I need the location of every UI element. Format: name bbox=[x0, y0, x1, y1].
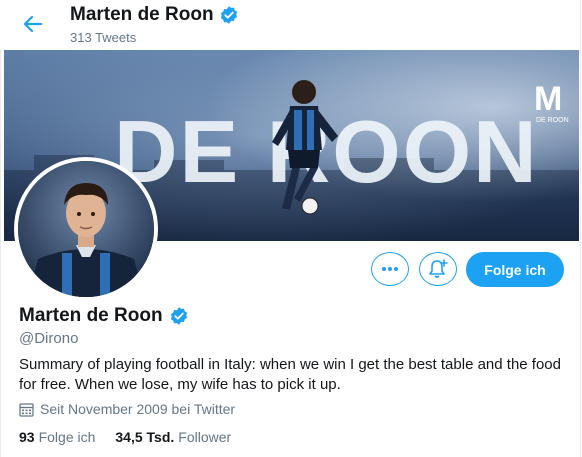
verified-badge-icon bbox=[170, 307, 187, 325]
following-label: Folge ich bbox=[38, 429, 96, 445]
more-icon bbox=[382, 267, 398, 271]
profile-handle: @Dirono bbox=[19, 330, 79, 347]
following-stat[interactable]: 93 Folge ich bbox=[19, 429, 95, 445]
frame-border-left bbox=[0, 0, 1, 457]
bell-plus-icon bbox=[429, 259, 448, 278]
banner-logo-caption: DE ROON bbox=[536, 117, 569, 124]
joined-text: Seit November 2009 bei Twitter bbox=[40, 401, 236, 417]
follow-button[interactable]: Folge ich bbox=[466, 252, 564, 287]
profile-name-row: Marten de Roon bbox=[19, 305, 189, 327]
banner-logo: M bbox=[534, 80, 562, 118]
more-options-button[interactable] bbox=[371, 252, 409, 286]
back-arrow-icon bbox=[24, 16, 42, 32]
followers-label: Follower bbox=[178, 429, 232, 445]
verified-badge-icon bbox=[220, 6, 237, 24]
banner-text: DE ROON bbox=[114, 102, 539, 201]
back-button[interactable] bbox=[18, 9, 48, 39]
profile-header: Marten de Roon 313 Tweets bbox=[0, 0, 580, 49]
profile-avatar[interactable] bbox=[14, 157, 158, 301]
profile-stats: 93 Folge ich 34,5 Tsd. Follower bbox=[19, 429, 231, 445]
header-name: Marten de Roon bbox=[70, 4, 214, 25]
following-count: 93 bbox=[19, 429, 35, 445]
notifications-button[interactable] bbox=[419, 252, 457, 286]
frame-border-right bbox=[580, 0, 581, 457]
followers-count: 34,5 Tsd. bbox=[115, 429, 175, 445]
calendar-icon bbox=[19, 402, 34, 417]
profile-bio: Summary of playing football in Italy: wh… bbox=[19, 356, 561, 393]
joined-date: Seit November 2009 bei Twitter bbox=[19, 401, 235, 417]
header-title: Marten de Roon bbox=[70, 4, 239, 26]
tweet-count: 313 Tweets bbox=[70, 30, 137, 45]
profile-name: Marten de Roon bbox=[19, 305, 163, 326]
followers-stat[interactable]: 34,5 Tsd. Follower bbox=[115, 429, 231, 445]
